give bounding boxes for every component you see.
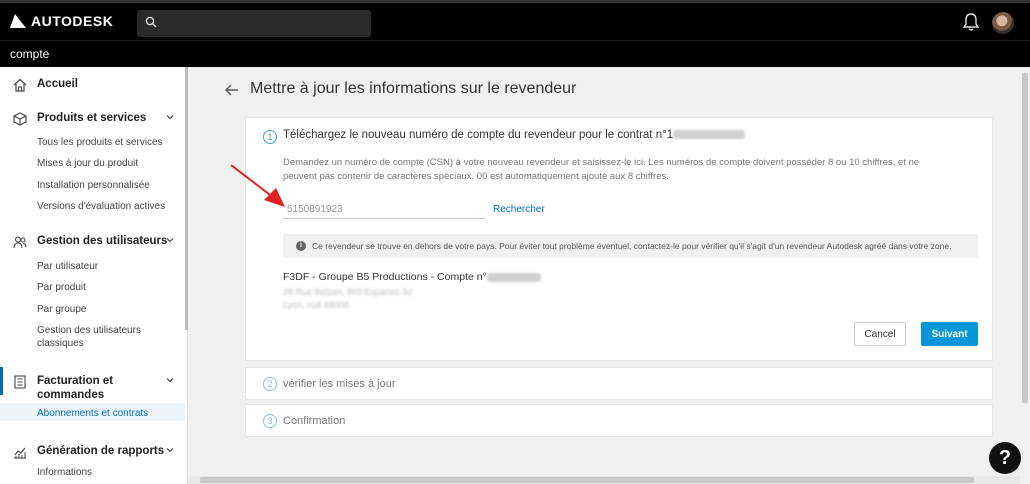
billing-icon [14, 375, 26, 389]
sidebar-item-all-products[interactable]: Tous les produits et services [37, 136, 163, 149]
next-button[interactable]: Suivant [921, 322, 978, 346]
step2-label: vérifier les mises à jour [283, 378, 396, 390]
step2-number: 2 [263, 377, 277, 391]
section-title: compte [10, 47, 50, 61]
sidebar-item-by-product[interactable]: Par produit [37, 281, 86, 294]
description-line2: peuvent pas contenir de caractères spéci… [283, 171, 669, 182]
warning-text: Ce revendeur se trouve en dehors de votr… [312, 241, 952, 251]
step1-title-text: Téléchargez le nouveau numéro de compte … [283, 129, 674, 141]
sidebar-item-classic-users-line2[interactable]: classiques [37, 337, 84, 350]
sidebar: Accueil Produits et services Tous les pr… [0, 67, 188, 484]
redacted-account-number [486, 272, 541, 282]
billing-label-line2: commandes [37, 389, 105, 401]
sidebar-item-trials[interactable]: Versions d'évaluation actives [37, 200, 165, 213]
step1-description: Demandez un numéro de compte (CSN) à vot… [283, 156, 973, 184]
search-link[interactable]: Rechercher [493, 204, 545, 215]
page-title: Mettre à jour les informations sur le re… [250, 80, 577, 97]
sidebar-section-billing[interactable]: Facturation et commandes [0, 371, 185, 401]
redacted-contract-number [673, 130, 746, 140]
users-icon [13, 236, 27, 249]
sub-bar: compte [0, 40, 1030, 67]
description-line1: Demandez un numéro de compte (CSN) à vot… [283, 157, 920, 168]
sidebar-item-by-group[interactable]: Par groupe [37, 303, 86, 316]
step3-label: Confirmation [283, 415, 346, 427]
search-box[interactable] [137, 10, 371, 37]
horizontal-scrollbar-thumb[interactable] [200, 477, 974, 483]
sidebar-item-subscriptions[interactable]: Abonnements et contrats [37, 407, 148, 420]
chart-icon [14, 447, 26, 459]
billing-label-line1: Facturation et [37, 375, 114, 387]
sidebar-item-label: Accueil [37, 78, 78, 90]
brand-name: AUTODESK [31, 13, 114, 29]
sidebar-item-classic-users[interactable]: Gestion des utilisateurs [37, 324, 141, 337]
cancel-button[interactable]: Cancel [854, 322, 906, 346]
info-icon: i [296, 241, 306, 251]
red-annotation-arrow [230, 164, 285, 207]
sidebar-item-custom-install[interactable]: Installation personnalisée [37, 179, 150, 192]
warning-banner: i Ce revendeur se trouve en dehors de vo… [283, 234, 978, 258]
sidebar-item-insights[interactable]: Informations [37, 466, 92, 479]
sidebar-item-by-user[interactable]: Par utilisateur [37, 260, 98, 273]
sidebar-section-label: Produits et services [37, 112, 147, 124]
chevron-down-icon[interactable] [166, 236, 174, 244]
search-icon [145, 16, 157, 28]
home-icon [13, 78, 27, 92]
chevron-down-icon[interactable] [166, 376, 174, 384]
dealer-name-text: F3DF - Groupe B5 Productions - Compte n° [283, 271, 487, 283]
step1-title: Téléchargez le nouveau numéro de compte … [283, 129, 746, 141]
chevron-down-icon[interactable] [166, 446, 174, 454]
sidebar-item-product-updates[interactable]: Mises à jour du produit [37, 157, 138, 170]
chevron-down-icon[interactable] [166, 113, 174, 121]
dealer-address-line1: 28 Rue Belzen, 803 Espanes 3d [283, 287, 413, 297]
csn-input[interactable] [283, 200, 485, 219]
dealer-address-line2: Lyon, null 69008 [283, 300, 349, 310]
user-avatar[interactable] [992, 12, 1014, 34]
sidebar-section-users[interactable]: Gestion des utilisateurs [0, 231, 185, 253]
back-arrow-icon[interactable] [225, 84, 239, 96]
vertical-scrollbar-thumb[interactable] [1022, 73, 1028, 403]
step1-number: 1 [263, 130, 277, 144]
horizontal-scrollbar[interactable] [188, 476, 1020, 484]
top-bar: AUTODESK [0, 0, 1030, 40]
vertical-scrollbar[interactable] [1020, 67, 1030, 484]
step3-accordion[interactable]: 3 Confirmation [245, 404, 993, 437]
autodesk-logo-icon [10, 14, 26, 28]
sidebar-item-home[interactable]: Accueil [0, 74, 185, 96]
notification-bell-icon[interactable] [962, 12, 980, 32]
sidebar-section-label: Génération de rapports [37, 445, 165, 457]
step3-number: 3 [263, 414, 277, 428]
autodesk-logo[interactable]: AUTODESK [10, 13, 113, 29]
step2-accordion[interactable]: 2 vérifier les mises à jour [245, 367, 993, 400]
dealer-name: F3DF - Groupe B5 Productions - Compte n° [283, 271, 541, 283]
sidebar-section-reports[interactable]: Génération de rapports [0, 441, 185, 463]
help-button[interactable]: ? [989, 442, 1021, 474]
sidebar-section-products[interactable]: Produits et services [0, 108, 185, 130]
sidebar-section-label: Gestion des utilisateurs [37, 235, 168, 247]
cube-icon [13, 112, 27, 126]
sidebar-section-label: Facturation et commandes [37, 374, 113, 402]
